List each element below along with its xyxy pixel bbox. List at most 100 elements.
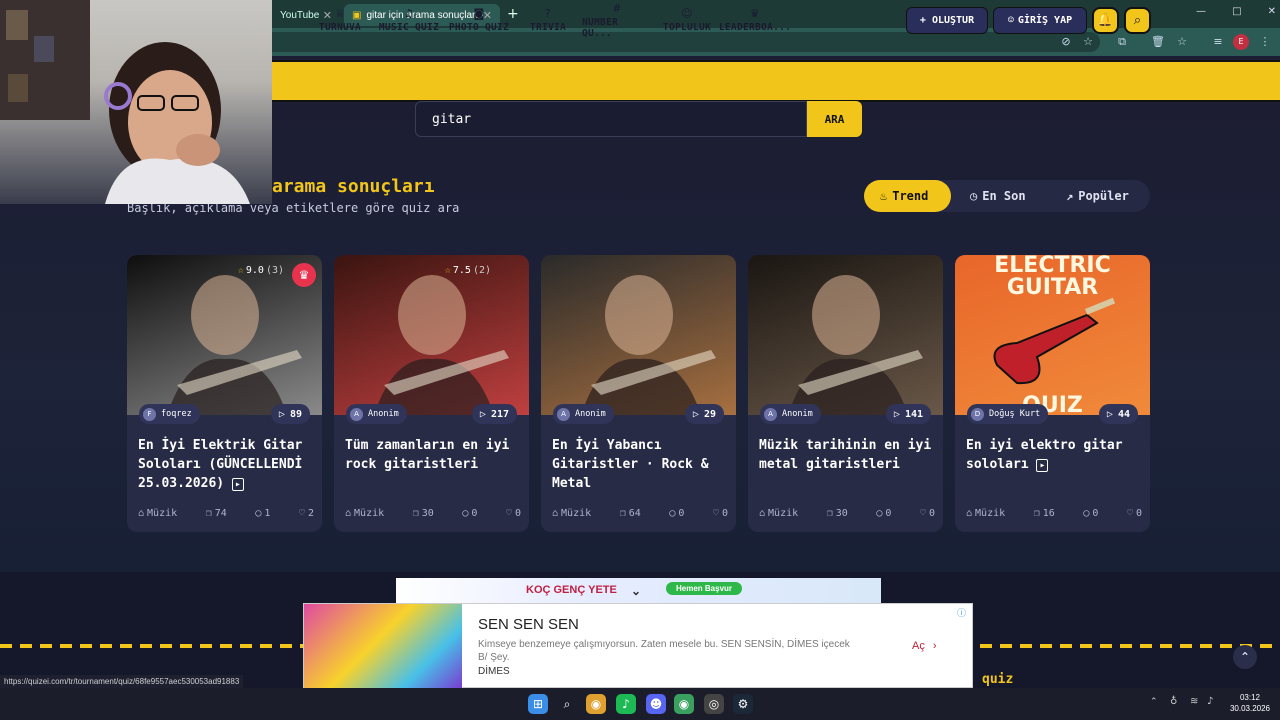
- category[interactable]: ⌂ Müzik: [759, 508, 798, 519]
- sort-en-son[interactable]: ◷ En Son: [954, 180, 1046, 212]
- display-ad[interactable]: SEN SEN SEN Kimseye benzemeye çalışmıyor…: [303, 603, 973, 689]
- quiz-card[interactable]: ☆ 7.5 (2) A Anonim ▷ 217 Tüm zamanların en iyi …: [334, 255, 529, 532]
- star-icon[interactable]: ☆: [1080, 34, 1096, 50]
- search-input[interactable]: gitar: [415, 101, 807, 137]
- trash-icon[interactable]: 🗑: [1150, 34, 1166, 50]
- minimize-button[interactable]: —: [1196, 6, 1206, 17]
- medal-icon: ♛: [749, 7, 761, 20]
- category[interactable]: ⌂ Müzik: [966, 508, 1005, 519]
- close-window-button[interactable]: ✕: [1268, 6, 1276, 17]
- wifi-icon[interactable]: ≋: [1190, 696, 1198, 707]
- category[interactable]: ⌂ Müzik: [345, 508, 384, 519]
- play-count: ▷ 29: [684, 404, 724, 424]
- maximize-button[interactable]: □: [1232, 6, 1241, 17]
- sort-label: Popüler: [1078, 189, 1129, 203]
- category-label: Müzik: [768, 508, 799, 519]
- ad-info-icon[interactable]: ⓘ: [957, 606, 966, 619]
- quiz-stats: ⌂ Müzik ❐ 74 ◯ 1 ♡ 2: [138, 508, 314, 519]
- notifications-bell-icon[interactable]: 🔔: [1092, 7, 1119, 34]
- nav-trivia[interactable]: ? TRIVIA: [524, 4, 572, 36]
- tag-icon: ⌂: [138, 508, 145, 519]
- sort-trend[interactable]: ♨ Trend: [864, 180, 951, 212]
- ad-open-button[interactable]: Aç ›: [912, 640, 937, 652]
- play-count-value: 217: [490, 408, 509, 420]
- profile-avatar[interactable]: E: [1233, 34, 1249, 50]
- banner-ad[interactable]: KOÇ GENÇ YETE ⌄ Hemen Başvur: [396, 578, 881, 606]
- tray-chevron-icon[interactable]: ⌃: [1150, 697, 1158, 707]
- obs-icon[interactable]: ◎: [704, 694, 724, 714]
- nav-leaderboard[interactable]: ♛ LEADERBOA...: [719, 4, 791, 36]
- guitarist-photo: [374, 275, 509, 415]
- bookmark-icon[interactable]: ☆: [1174, 34, 1190, 50]
- like-button[interactable]: ♡ 0: [713, 508, 728, 519]
- scroll-top-icon[interactable]: ⌃: [1233, 645, 1257, 669]
- quiz-title[interactable]: En İyi Elektrik Gitar Soloları (GÜNCELLE…: [138, 436, 314, 494]
- sort-populer[interactable]: ↗ Popüler: [1050, 180, 1150, 212]
- nav-music-quiz[interactable]: ♫ MUSIC QUIZ: [376, 4, 442, 36]
- author-badge[interactable]: A Anonim: [760, 404, 821, 424]
- nav-topluluk[interactable]: ☺ TOPLULUK: [660, 4, 714, 36]
- nav-number-quiz[interactable]: # NUMBER QU...: [582, 1, 652, 39]
- windows-start-icon[interactable]: ⊞: [528, 694, 548, 714]
- system-clock[interactable]: 03:12 30.03.2026: [1226, 692, 1274, 714]
- comment-count: ◯ 1: [255, 508, 270, 519]
- menu-icon[interactable]: ⋮: [1257, 34, 1273, 50]
- microphone-icon[interactable]: ♁: [1170, 696, 1177, 707]
- sort-label: En Son: [982, 189, 1026, 203]
- nav-label: TOPLULUK: [662, 22, 712, 33]
- author-badge[interactable]: A Anonim: [553, 404, 614, 424]
- chevron-down-icon[interactable]: ⌄: [631, 584, 641, 598]
- create-button[interactable]: + OLUŞTUR: [906, 7, 988, 34]
- quiz-card[interactable]: ☆ 9.0 (3) ♛ Ffoqrez ▷ 89 En İyi Elektrik Gitar …: [127, 255, 322, 532]
- quiz-title[interactable]: En İyi Yabancı Gitaristler · Rock & Meta…: [552, 436, 728, 493]
- author-name: Anonim: [782, 409, 813, 419]
- quiz-title[interactable]: Müzik tarihinin en iyi metal gitaristler…: [759, 436, 935, 474]
- tab-label: YouTube: [280, 9, 320, 21]
- chrome-icon[interactable]: ◉: [586, 694, 606, 714]
- author-badge[interactable]: D Doğuş Kurt: [967, 404, 1049, 424]
- question-icon: ?: [544, 7, 552, 20]
- trophy-icon: ♕: [334, 7, 346, 20]
- tag-icon: ⌂: [345, 508, 352, 519]
- quiz-card[interactable]: A Anonim ▷ 141 Müzik tarihinin en iyi metal …: [748, 255, 943, 532]
- star-icon: ☆: [444, 265, 451, 276]
- like-button[interactable]: ♡ 2: [299, 508, 314, 519]
- users-icon: ☺: [681, 7, 693, 20]
- category[interactable]: ⌂ Müzik: [552, 508, 591, 519]
- chrome-profile-icon[interactable]: ◉: [674, 694, 694, 714]
- spotify-icon[interactable]: ♪: [616, 694, 636, 714]
- steam-icon[interactable]: ⚙: [733, 694, 753, 714]
- nav-photo-quiz[interactable]: ◙ PHOTO QUIZ: [446, 4, 512, 36]
- author-badge[interactable]: Ffoqrez: [139, 404, 200, 424]
- like-button[interactable]: ♡ 0: [1127, 508, 1142, 519]
- quiz-card[interactable]: A Anonim ▷ 29 En İyi Yabancı Gitaristler · R…: [541, 255, 736, 532]
- login-button[interactable]: ☺ GİRİŞ YAP: [993, 7, 1087, 34]
- nav-turnuva[interactable]: ♕ TURNUVA: [316, 4, 364, 36]
- quiz-card[interactable]: ELECTRIC GUITAR QUIZ D Doğuş Kurt ▷ 44 En iyi …: [955, 255, 1150, 532]
- category[interactable]: ⌂ Müzik: [138, 508, 177, 519]
- like-button[interactable]: ♡ 0: [920, 508, 935, 519]
- banner-ad-cta[interactable]: Hemen Başvur: [666, 582, 743, 595]
- quiz-stats: ⌂ Müzik ❐ 64 ◯ 0 ♡ 0: [552, 508, 728, 519]
- extensions-icon[interactable]: ⧉: [1114, 34, 1130, 50]
- thumbnail-text: ELECTRIC GUITAR: [994, 255, 1111, 300]
- reading-list-icon[interactable]: ≡: [1210, 34, 1226, 50]
- rating-value: 7.5: [452, 265, 471, 276]
- play-icon: ▷: [479, 408, 486, 420]
- author-name: Doğuş Kurt: [989, 409, 1041, 419]
- quiz-title-text: En İyi Elektrik Gitar Soloları (GÜNCELLE…: [138, 438, 303, 491]
- eye-off-icon[interactable]: ⊘: [1058, 34, 1074, 50]
- search-icon[interactable]: ⌕: [557, 694, 577, 714]
- comment-count: ◯ 0: [876, 508, 891, 519]
- search-icon[interactable]: ⌕: [1124, 7, 1151, 34]
- quiz-title[interactable]: Tüm zamanların en iyi rock gitaristleri: [345, 436, 521, 474]
- like-button[interactable]: ♡ 0: [506, 508, 521, 519]
- discord-icon[interactable]: ☻: [646, 694, 666, 714]
- quiz-stats: ⌂ Müzik ❐ 16 ◯ 0 ♡ 0: [966, 508, 1142, 519]
- volume-icon[interactable]: ♪: [1207, 696, 1213, 707]
- quiz-title[interactable]: En iyi elektro gitar soloları ▸: [966, 436, 1142, 475]
- search-button[interactable]: ARA: [807, 101, 862, 137]
- hash-icon: #: [612, 1, 622, 15]
- author-badge[interactable]: A Anonim: [346, 404, 407, 424]
- avatar: A: [557, 407, 570, 421]
